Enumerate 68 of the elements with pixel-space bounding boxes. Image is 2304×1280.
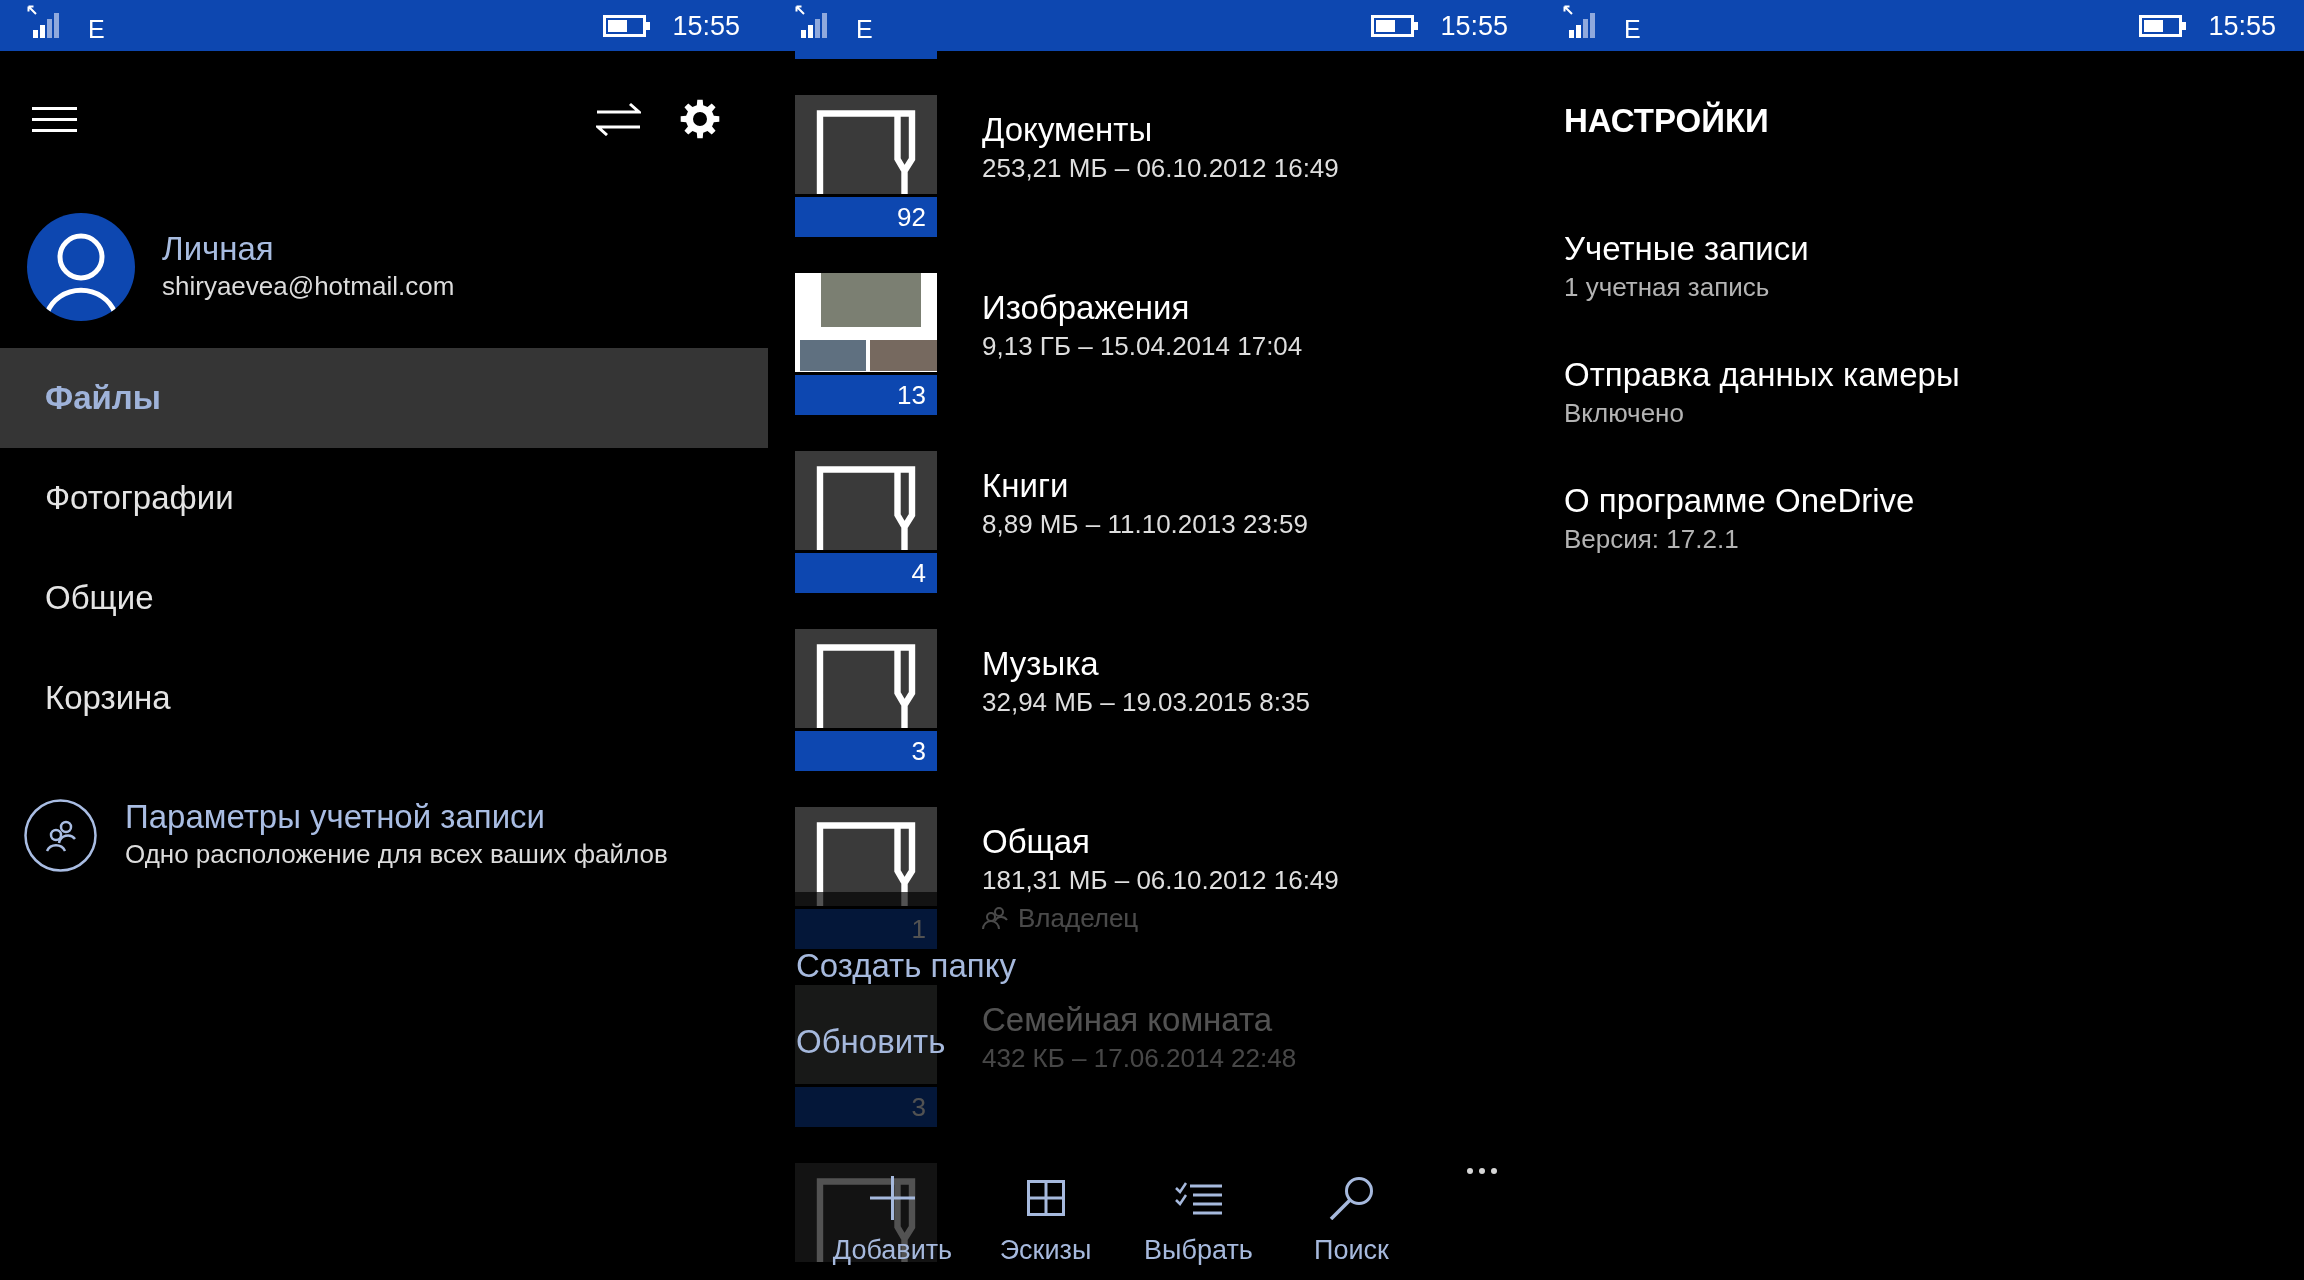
folder-details: 9,13 ГБ – 15.04.2014 17:04 — [982, 330, 1303, 363]
grid-icon — [1026, 1180, 1065, 1216]
folder-name[interactable]: Музыка — [982, 644, 1310, 684]
item-count: 4 — [795, 553, 937, 593]
setting-value: Включено — [1564, 397, 1685, 430]
nav-item[interactable]: Файлы — [0, 348, 768, 448]
photo-placeholder — [800, 340, 866, 371]
people-icon — [982, 906, 1008, 930]
menu-item[interactable]: Обновить — [796, 1026, 946, 1058]
setting-title[interactable]: Учетные записи — [1564, 229, 2304, 269]
folder-details: 253,21 МБ – 06.10.2012 16:49 — [982, 152, 1339, 185]
search-icon — [1329, 1176, 1374, 1220]
folder-name[interactable]: Документы — [982, 110, 1339, 150]
people-icon — [24, 798, 97, 872]
setting-title[interactable]: Отправка данных камеры — [1564, 355, 2304, 395]
signal-icon — [795, 5, 829, 38]
more-icon[interactable] — [1466, 1167, 1498, 1175]
select-button[interactable]: Выбрать — [1144, 1176, 1253, 1267]
folder-icon — [795, 629, 937, 728]
page-title: НАСТРОЙКИ — [1564, 101, 1770, 141]
setting-title[interactable]: О программе OneDrive — [1564, 481, 2304, 521]
folder-icon — [795, 451, 937, 550]
avatar-icon — [27, 213, 135, 321]
network-label: E — [856, 13, 873, 44]
item-count: 3 — [795, 731, 937, 771]
folder-details: 432 КБ – 17.06.2014 22:48 — [982, 1042, 1297, 1075]
photo-placeholder — [870, 340, 937, 371]
item-count: 1 — [795, 909, 937, 949]
account-settings-link[interactable]: Параметры учетной записи — [125, 798, 668, 836]
clock-time: 15:55 — [672, 9, 740, 43]
clock-time: 15:55 — [2208, 9, 2276, 43]
folder-name[interactable]: Изображения — [982, 288, 1303, 328]
account-settings-description: Одно расположение для всех ваших файлов — [125, 838, 668, 871]
nav-item[interactable]: Корзина — [0, 648, 768, 748]
owner-label: Владелец — [1018, 902, 1139, 935]
setting-value: Версия: 17.2.1 — [1564, 523, 1740, 556]
folder-icon — [795, 95, 937, 194]
thumbnails-button[interactable]: Эскизы — [999, 1176, 1092, 1267]
plus-icon — [870, 1176, 915, 1220]
network-label: E — [88, 13, 105, 44]
folder-name[interactable]: Книги — [982, 466, 1308, 506]
signal-icon — [1563, 5, 1597, 38]
setting-value: 1 учетная запись — [1564, 271, 1771, 304]
folder-details: 8,89 МБ – 11.10.2013 23:59 — [982, 508, 1308, 541]
network-label: E — [1624, 13, 1641, 44]
clock-time: 15:55 — [1440, 9, 1508, 43]
nav-item[interactable]: Общие — [0, 548, 768, 648]
signal-icon — [27, 5, 61, 38]
folder-name[interactable]: Общая — [982, 822, 1339, 862]
account-email: shiryaevea@hotmail.com — [162, 270, 455, 303]
battery-icon — [2139, 14, 2187, 37]
nav-item[interactable]: Фотографии — [0, 448, 768, 548]
account-name: Личная — [162, 230, 275, 268]
battery-icon — [1371, 14, 1419, 37]
folder-details: 181,31 МБ – 06.10.2012 16:49 — [982, 864, 1339, 897]
search-button[interactable]: Поиск — [1314, 1176, 1389, 1267]
add-button[interactable]: Добавить — [832, 1176, 953, 1267]
battery-icon — [603, 14, 651, 37]
item-count: 3 — [795, 1087, 937, 1127]
folder-details: 32,94 МБ – 19.03.2015 8:35 — [982, 686, 1310, 719]
menu-item[interactable]: Создать папку — [796, 950, 1016, 982]
item-count: 92 — [795, 197, 937, 237]
settings-icon[interactable] — [680, 99, 720, 139]
item-count: 13 — [795, 375, 937, 415]
folder-icon — [795, 807, 937, 906]
checklist-icon — [1175, 1181, 1222, 1215]
menu-icon[interactable] — [32, 106, 77, 132]
swap-arrows-icon[interactable] — [596, 102, 641, 136]
